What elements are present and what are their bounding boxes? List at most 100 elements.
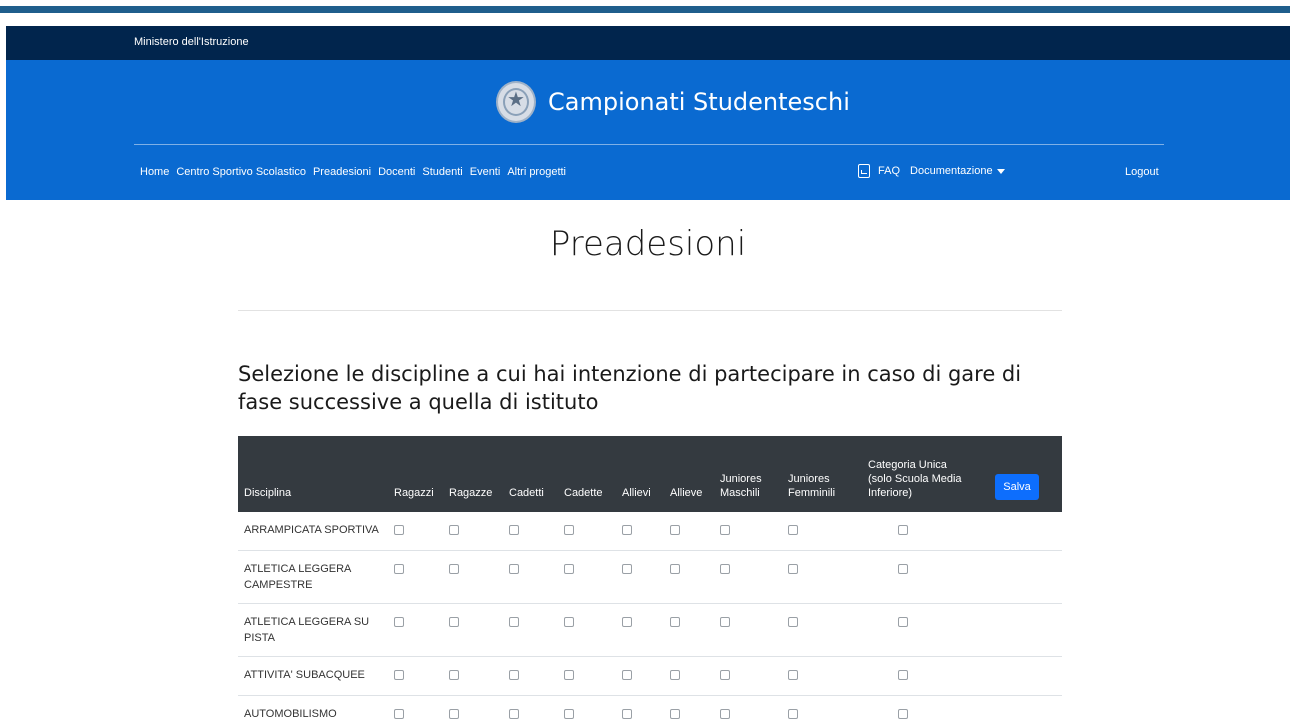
discipline-checkbox[interactable] [509,525,519,535]
discipline-checkbox[interactable] [564,564,574,574]
header-divider [134,144,1164,145]
checkbox-cell [503,695,558,722]
actions-cell [972,512,1062,551]
top-stripe-bar [0,6,1290,13]
discipline-checkbox[interactable] [670,670,680,680]
checkbox-cell [664,512,714,551]
col-header-cadette: Cadette [564,487,603,499]
discipline-checkbox[interactable] [509,670,519,680]
brand-title: Campionati Studenteschi [548,88,850,116]
checkbox-cell [558,656,616,696]
discipline-checkbox[interactable] [898,525,908,535]
disciplines-table-wrap: Disciplina Ragazzi Ragazze Cadetti Cadet… [238,436,1062,722]
discipline-checkbox[interactable] [898,564,908,574]
discipline-checkbox[interactable] [564,525,574,535]
nav-item-preadesioni[interactable]: Preadesioni [313,166,371,182]
discipline-checkbox[interactable] [449,525,459,535]
nav-item-home[interactable]: Home [140,166,169,182]
checkbox-cell [616,656,664,696]
table-row: ATLETICA LEGGERA SU PISTA [238,603,1062,657]
discipline-checkbox[interactable] [670,564,680,574]
discipline-checkbox[interactable] [394,617,404,627]
ministry-link[interactable]: Ministero dell'Istruzione [134,36,249,48]
discipline-checkbox[interactable] [788,525,798,535]
save-button[interactable]: Salva [995,474,1039,500]
nav-item-documentazione[interactable]: Documentazione [910,165,1005,177]
checkbox-cell [714,603,782,657]
discipline-checkbox[interactable] [622,617,632,627]
checkbox-cell [503,603,558,657]
discipline-checkbox[interactable] [394,525,404,535]
emblem-star: ★ [507,89,525,111]
checkbox-cell [862,603,972,657]
discipline-checkbox[interactable] [449,617,459,627]
discipline-name: AUTOMOBILISMO [238,695,388,722]
checkbox-cell [714,695,782,722]
checkbox-cell [388,695,443,722]
discipline-checkbox[interactable] [788,670,798,680]
discipline-name: ARRAMPICATA SPORTIVA [238,512,388,551]
checkbox-cell [616,512,664,551]
brand[interactable]: ★ Campionati Studenteschi [496,80,850,124]
discipline-checkbox[interactable] [449,670,459,680]
checkbox-cell [782,656,862,696]
discipline-checkbox[interactable] [788,617,798,627]
checkbox-cell [664,695,714,722]
col-header-allieve: Allieve [670,487,703,499]
discipline-checkbox[interactable] [720,670,730,680]
nav-item-altri-progetti[interactable]: Altri progetti [507,166,566,182]
discipline-checkbox[interactable] [720,525,730,535]
discipline-checkbox[interactable] [564,709,574,719]
discipline-checkbox[interactable] [622,670,632,680]
discipline-checkbox[interactable] [622,525,632,535]
discipline-checkbox[interactable] [670,709,680,719]
discipline-checkbox[interactable] [394,670,404,680]
checkbox-cell [616,695,664,722]
col-header-juniores-maschili: Juniores Maschili [720,473,762,499]
checkbox-cell [782,550,862,604]
discipline-checkbox[interactable] [898,617,908,627]
checkbox-cell [714,550,782,604]
checkbox-cell [616,603,664,657]
actions-cell [972,695,1062,722]
discipline-checkbox[interactable] [394,709,404,719]
discipline-checkbox[interactable] [622,564,632,574]
discipline-checkbox[interactable] [788,709,798,719]
checkbox-cell [388,603,443,657]
checkbox-cell [503,656,558,696]
slim-header: Ministero dell'Istruzione [6,26,1290,60]
discipline-checkbox[interactable] [720,617,730,627]
discipline-checkbox[interactable] [564,670,574,680]
logout-link[interactable]: Logout [1125,166,1159,178]
checkbox-cell [503,512,558,551]
discipline-checkbox[interactable] [898,670,908,680]
table-row: AUTOMOBILISMO [238,695,1062,722]
discipline-checkbox[interactable] [720,709,730,719]
checkbox-cell [782,603,862,657]
checkbox-cell [443,695,503,722]
nav-item-faq[interactable]: FAQ [878,165,900,177]
checkbox-cell [503,550,558,604]
discipline-checkbox[interactable] [670,525,680,535]
nav-item-docenti[interactable]: Docenti [378,166,415,182]
discipline-checkbox[interactable] [720,564,730,574]
discipline-checkbox[interactable] [449,564,459,574]
actions-cell [972,550,1062,604]
discipline-checkbox[interactable] [622,709,632,719]
nav-item-centro-sportivo[interactable]: Centro Sportivo Scolastico [176,166,306,182]
col-header-juniores-femminili: Juniores Femminili [788,473,836,499]
checkbox-cell [714,656,782,696]
nav-item-studenti[interactable]: Studenti [422,166,462,182]
nav-item-eventi[interactable]: Eventi [470,166,501,182]
discipline-checkbox[interactable] [394,564,404,574]
discipline-checkbox[interactable] [564,617,574,627]
discipline-checkbox[interactable] [788,564,798,574]
discipline-checkbox[interactable] [449,709,459,719]
center-header: ★ Campionati Studenteschi Home Centro Sp… [6,60,1290,200]
discipline-checkbox[interactable] [509,617,519,627]
discipline-checkbox[interactable] [670,617,680,627]
discipline-checkbox[interactable] [509,709,519,719]
discipline-checkbox[interactable] [509,564,519,574]
page-subtitle: Selezione le discipline a cui hai intenz… [238,362,1022,414]
discipline-checkbox[interactable] [898,709,908,719]
